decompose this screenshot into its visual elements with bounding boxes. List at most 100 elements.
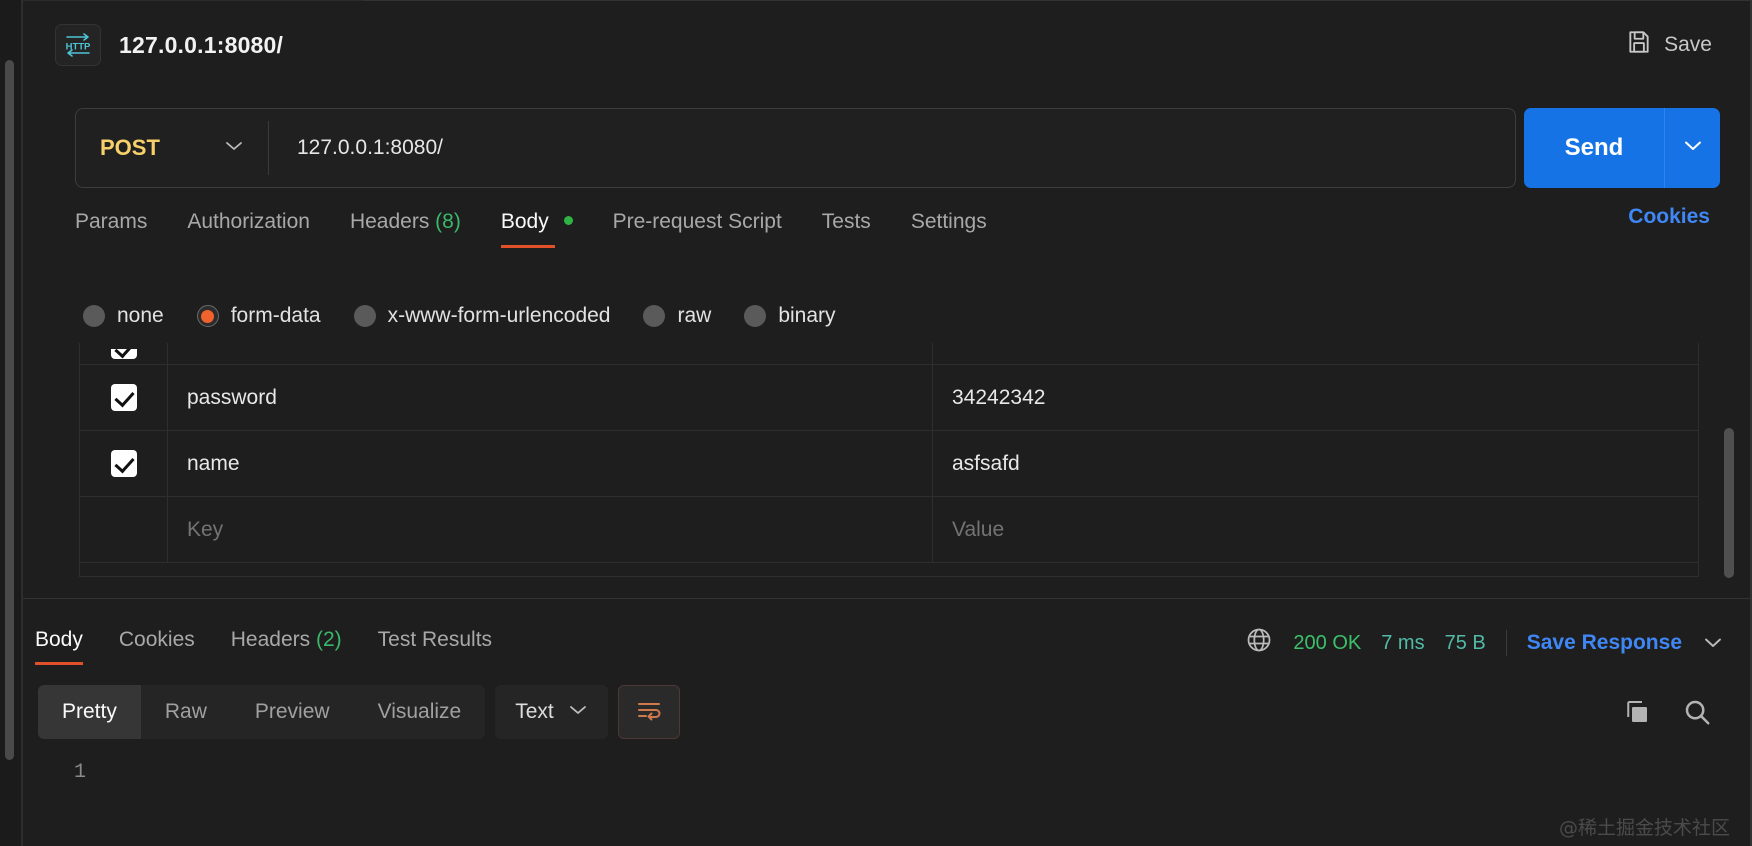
left-rail	[0, 0, 22, 846]
radio-label: none	[117, 304, 164, 328]
radio-icon	[744, 305, 766, 327]
postman-request-response-view: HTTP 127.0.0.1:8080/ Save POST	[0, 0, 1752, 846]
table-row[interactable]: password 34242342	[80, 365, 1698, 431]
table-row-partial[interactable]	[80, 343, 1698, 365]
radio-icon	[643, 305, 665, 327]
tab-body[interactable]: Body	[501, 210, 573, 248]
checkbox-checked-icon[interactable]	[111, 450, 137, 477]
body-type-x-www-form-urlencoded[interactable]: x-www-form-urlencoded	[354, 304, 611, 328]
content-type-dropdown[interactable]: Text	[495, 685, 608, 739]
url-row: POST Send	[23, 108, 1752, 188]
row-key-cell[interactable]	[168, 343, 933, 364]
tabstrip-edge-right	[363, 0, 1752, 3]
globe-icon[interactable]	[1245, 626, 1273, 660]
tab-label: Settings	[911, 210, 987, 233]
row-value-cell[interactable]: asfsafd	[933, 431, 1698, 496]
response-meta: 200 OK 7 ms 75 B Save Response	[1245, 623, 1724, 663]
line-number: 1	[74, 761, 86, 784]
send-options-caret[interactable]	[1664, 108, 1720, 188]
view-tab-pretty[interactable]: Pretty	[38, 685, 141, 739]
send-button[interactable]: Send	[1524, 108, 1664, 188]
row-checkbox-cell[interactable]	[80, 343, 168, 364]
response-view-tabs: Pretty Raw Preview Visualize	[38, 685, 485, 739]
response-tab-body[interactable]: Body	[35, 628, 83, 665]
response-tab-cookies[interactable]: Cookies	[119, 628, 195, 665]
chevron-down-icon	[224, 139, 244, 157]
request-tabs: Params Authorization Headers (8) Body Pr…	[75, 205, 1752, 253]
row-key-placeholder[interactable]: Key	[168, 497, 933, 562]
request-title-row: HTTP 127.0.0.1:8080/ Save	[23, 14, 1752, 76]
send-button-group: Send	[1524, 108, 1720, 188]
response-size: 75 B	[1445, 632, 1486, 655]
save-icon	[1626, 29, 1652, 61]
copy-icon[interactable]	[1622, 697, 1652, 727]
response-tabs: Body Cookies Headers (2) Test Results	[35, 623, 492, 669]
tab-label: Body	[501, 210, 549, 233]
wrap-text-icon	[635, 698, 663, 727]
row-checkbox-cell[interactable]	[80, 431, 168, 496]
tab-pre-request-script[interactable]: Pre-request Script	[613, 210, 782, 248]
tab-headers-count: (8)	[435, 210, 461, 233]
tab-authorization[interactable]: Authorization	[187, 210, 310, 248]
http-protocol-icon: HTTP	[55, 24, 101, 66]
tab-label: Test Results	[378, 628, 492, 651]
save-response-button[interactable]: Save Response	[1527, 631, 1682, 655]
chevron-down-icon	[1682, 139, 1704, 157]
table-row-empty[interactable]: Key Value	[80, 497, 1698, 563]
response-headers-count: (2)	[316, 628, 342, 651]
row-key-cell[interactable]: password	[168, 365, 933, 430]
response-tab-test-results[interactable]: Test Results	[378, 628, 492, 665]
meta-divider	[1506, 630, 1507, 656]
tab-params[interactable]: Params	[75, 210, 147, 248]
row-checkbox-cell[interactable]	[80, 365, 168, 430]
checkbox-checked-icon[interactable]	[111, 349, 137, 359]
tab-headers[interactable]: Headers (8)	[350, 210, 461, 248]
method-label: POST	[100, 135, 160, 161]
body-type-form-data[interactable]: form-data	[197, 304, 321, 328]
save-button[interactable]: Save	[1626, 29, 1712, 61]
wrap-lines-button[interactable]	[618, 685, 680, 739]
table-row[interactable]: name asfsafd	[80, 431, 1698, 497]
radio-icon	[354, 305, 376, 327]
left-vertical-scrollbar[interactable]	[5, 60, 14, 760]
form-table-scrollbar[interactable]	[1724, 428, 1734, 578]
view-tab-preview[interactable]: Preview	[231, 685, 354, 739]
row-value-cell[interactable]	[933, 343, 1698, 364]
tab-label: Cookies	[119, 628, 195, 651]
view-tab-visualize[interactable]: Visualize	[354, 685, 486, 739]
chevron-down-icon[interactable]	[1702, 632, 1724, 655]
radio-icon-selected	[197, 305, 219, 327]
body-type-binary[interactable]: binary	[744, 304, 835, 328]
radio-label: binary	[778, 304, 835, 328]
row-checkbox-cell[interactable]	[80, 497, 168, 562]
body-type-radio-group: none form-data x-www-form-urlencoded raw…	[83, 297, 1752, 335]
view-tab-raw[interactable]: Raw	[141, 685, 231, 739]
row-key-cell[interactable]: name	[168, 431, 933, 496]
status-code: 200 OK	[1293, 632, 1361, 655]
url-input[interactable]	[269, 136, 1515, 160]
tab-label: Authorization	[187, 210, 310, 233]
cookies-link[interactable]: Cookies	[1628, 205, 1710, 229]
tab-label: Body	[35, 628, 83, 651]
body-modified-dot-icon	[564, 216, 573, 225]
response-tab-headers[interactable]: Headers (2)	[231, 628, 342, 665]
row-value-placeholder[interactable]: Value	[933, 497, 1698, 562]
body-type-raw[interactable]: raw	[643, 304, 711, 328]
row-value-cell[interactable]: 34242342	[933, 365, 1698, 430]
tab-tests[interactable]: Tests	[822, 210, 871, 248]
response-action-icons	[1622, 683, 1712, 741]
request-title[interactable]: 127.0.0.1:8080/	[119, 32, 283, 59]
tab-settings[interactable]: Settings	[911, 210, 987, 248]
request-pane: HTTP 127.0.0.1:8080/ Save POST	[22, 0, 1752, 598]
response-time: 7 ms	[1381, 632, 1424, 655]
save-label: Save	[1664, 33, 1712, 57]
response-body-editor[interactable]: 1	[22, 755, 1752, 846]
checkbox-checked-icon[interactable]	[111, 384, 137, 411]
method-selector[interactable]: POST	[76, 135, 268, 161]
tab-label: Tests	[822, 210, 871, 233]
radio-label: raw	[677, 304, 711, 328]
body-type-none[interactable]: none	[83, 304, 164, 328]
search-icon[interactable]	[1682, 697, 1712, 727]
radio-label: x-www-form-urlencoded	[388, 304, 611, 328]
tab-label: Params	[75, 210, 147, 233]
